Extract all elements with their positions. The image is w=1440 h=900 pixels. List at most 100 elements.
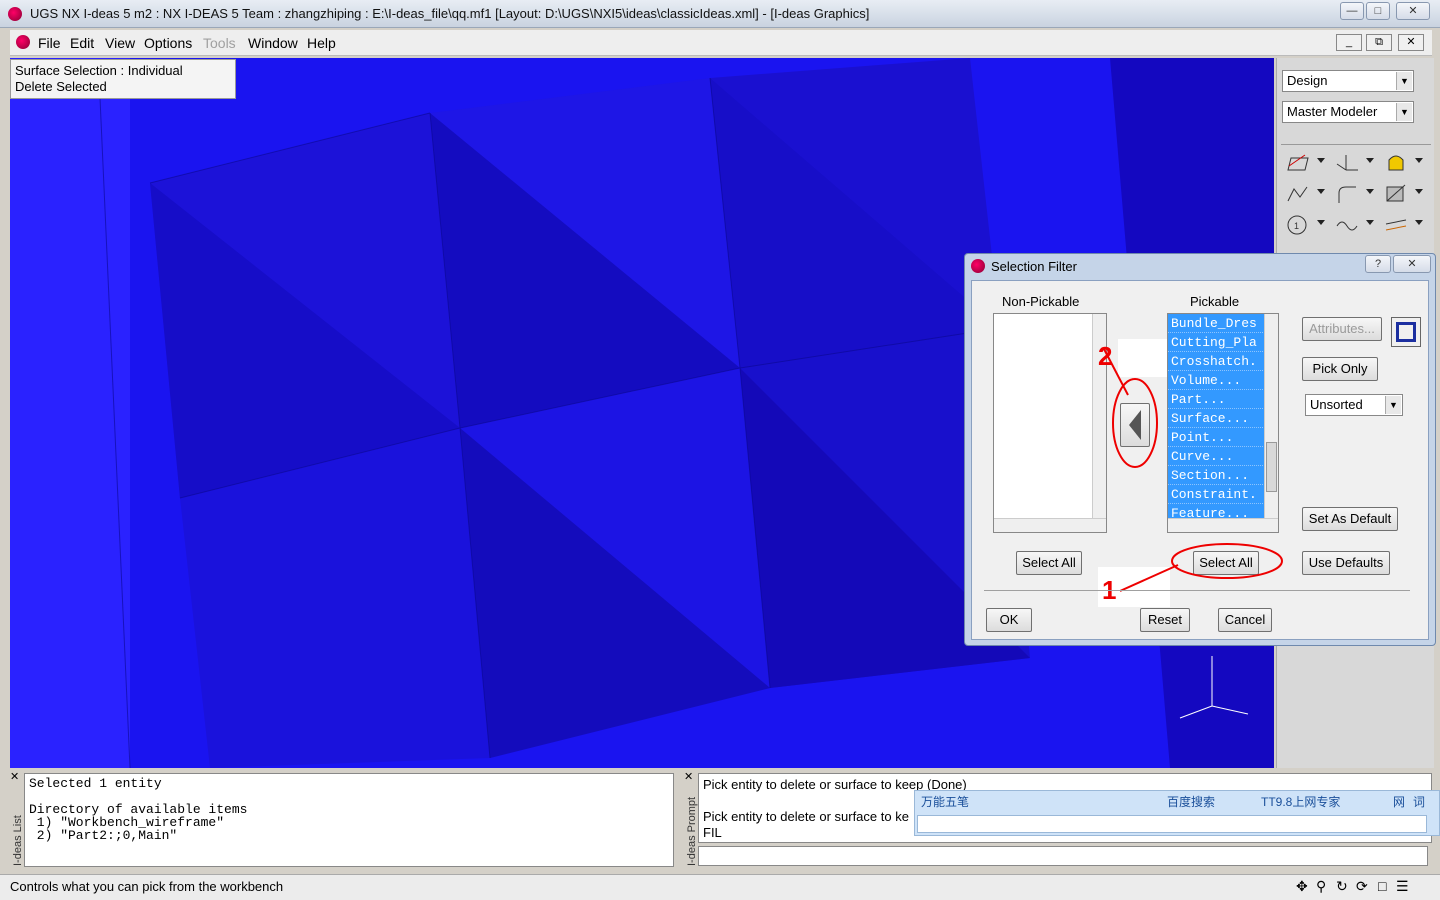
pickable-item[interactable]: Surface... bbox=[1168, 409, 1265, 428]
list-side-label: I-deas List bbox=[12, 815, 24, 866]
selection-filter-dialog: Selection Filter ? ✕ Non-Pickable Pickab… bbox=[964, 253, 1436, 646]
polyline-tool-button[interactable] bbox=[1281, 181, 1327, 207]
window-title: UGS NX I-deas 5 m2 : NX I-DEAS 5 Team : … bbox=[30, 6, 870, 21]
menu-tools[interactable]: Tools bbox=[203, 35, 236, 51]
ideas-list-window[interactable]: Selected 1 entity Directory of available … bbox=[24, 773, 674, 867]
offset-icon bbox=[1385, 219, 1407, 231]
annotation-ellipse-2 bbox=[1103, 348, 1158, 468]
mdi-close-button[interactable]: ✕ bbox=[1398, 34, 1424, 51]
list-line: Selected 1 entity bbox=[29, 776, 162, 791]
dialog-close-button[interactable]: ✕ bbox=[1393, 255, 1431, 273]
offset-tool-button[interactable] bbox=[1379, 212, 1425, 238]
dialog-title: Selection Filter bbox=[991, 259, 1077, 274]
prompt-side-label: I-deas Prompt bbox=[686, 796, 698, 866]
ime-tab-tt[interactable]: TT9.8上网专家 bbox=[1261, 793, 1340, 810]
menubar: File Edit View Options Tools Window Help… bbox=[10, 30, 1432, 56]
task-select-value: Master Modeler bbox=[1287, 104, 1378, 119]
non-pickable-hscroll[interactable] bbox=[994, 518, 1106, 532]
pickable-item[interactable]: Part... bbox=[1168, 390, 1265, 409]
status-text: Controls what you can pick from the work… bbox=[10, 879, 284, 894]
workplane-tool-button[interactable] bbox=[1330, 150, 1376, 176]
chevron-down-icon: ▼ bbox=[1396, 103, 1412, 121]
set-as-default-button[interactable]: Set As Default bbox=[1302, 507, 1398, 531]
pickable-item[interactable]: Curve... bbox=[1168, 447, 1265, 466]
sort-select-value: Unsorted bbox=[1310, 397, 1363, 412]
menu-window[interactable]: Window bbox=[248, 35, 298, 51]
spline-tool-button[interactable] bbox=[1330, 212, 1376, 238]
application-select-value: Design bbox=[1287, 73, 1328, 88]
menu-help[interactable]: Help bbox=[307, 35, 336, 51]
ime-tab-wubi[interactable]: 万能五笔 bbox=[921, 793, 969, 810]
pickable-item[interactable]: Constraint. bbox=[1168, 485, 1265, 504]
reset-button[interactable]: Reset bbox=[1140, 608, 1190, 632]
non-pickable-list[interactable] bbox=[993, 313, 1107, 533]
section-icon bbox=[1386, 184, 1406, 202]
pick-only-button[interactable]: Pick Only bbox=[1302, 357, 1378, 381]
pickable-item[interactable]: Crosshatch. bbox=[1168, 352, 1265, 371]
extrude-tool-button[interactable] bbox=[1379, 150, 1425, 176]
mdi-restore-button[interactable]: ⧉ bbox=[1366, 34, 1392, 51]
pickable-item[interactable]: Section... bbox=[1168, 466, 1265, 485]
sketch-tool-button[interactable] bbox=[1281, 150, 1327, 176]
dimension-tool-button[interactable]: 1 bbox=[1281, 212, 1327, 238]
fillet-tool-button[interactable] bbox=[1330, 181, 1376, 207]
window-titlebar: UGS NX I-deas 5 m2 : NX I-DEAS 5 Team : … bbox=[0, 0, 1440, 28]
polyline-icon bbox=[1287, 186, 1308, 202]
help-button[interactable]: ? bbox=[1365, 255, 1391, 273]
minimize-button[interactable]: — bbox=[1340, 2, 1364, 20]
menu-icon[interactable]: ☰ bbox=[1396, 878, 1409, 895]
annotation-ellipse-1 bbox=[1098, 543, 1283, 607]
axes-icon bbox=[1336, 155, 1358, 171]
dimension-icon: 1 bbox=[1287, 215, 1307, 235]
pickable-item[interactable]: Point... bbox=[1168, 428, 1265, 447]
ime-tab-baidu[interactable]: 百度搜索 bbox=[1167, 793, 1215, 810]
spline-icon bbox=[1336, 221, 1358, 231]
ok-button[interactable]: OK bbox=[986, 608, 1032, 632]
chevron-down-icon: ▼ bbox=[1396, 72, 1412, 90]
box-icon[interactable]: □ bbox=[1378, 878, 1386, 894]
application-select[interactable]: Design ▼ bbox=[1282, 70, 1414, 92]
menu-view[interactable]: View bbox=[105, 35, 135, 51]
pick-mode-button[interactable] bbox=[1391, 317, 1421, 347]
extrude-icon bbox=[1388, 155, 1404, 171]
maximize-button[interactable]: □ bbox=[1366, 2, 1390, 20]
menu-edit[interactable]: Edit bbox=[70, 35, 94, 51]
mdi-minimize-button[interactable]: _ bbox=[1336, 34, 1362, 51]
pickable-hscroll[interactable] bbox=[1168, 518, 1278, 532]
pickable-list[interactable]: Bundle_Dres Cutting_Pla Crosshatch. Volu… bbox=[1167, 313, 1279, 533]
ime-tab-word[interactable]: 词 bbox=[1413, 793, 1425, 810]
pickable-vscroll[interactable] bbox=[1264, 314, 1278, 518]
document-icon[interactable] bbox=[16, 35, 30, 49]
list-line: 2) "Part2:;0,Main" bbox=[29, 828, 178, 843]
ime-input[interactable] bbox=[917, 815, 1427, 833]
pan-icon[interactable]: ✥ bbox=[1296, 878, 1308, 895]
list-close-icon[interactable]: ✕ bbox=[10, 770, 22, 783]
menu-options[interactable]: Options bbox=[144, 35, 192, 51]
pickable-item[interactable]: Cutting_Pla bbox=[1168, 333, 1265, 352]
zoom-icon[interactable]: ⚲ bbox=[1316, 878, 1326, 895]
section-tool-button[interactable] bbox=[1379, 181, 1425, 207]
prompt-input[interactable] bbox=[698, 846, 1428, 866]
prompt-close-icon[interactable]: ✕ bbox=[684, 770, 696, 783]
ime-tab-web[interactable]: 网 bbox=[1393, 793, 1405, 810]
pickable-item[interactable]: Bundle_Dres bbox=[1168, 314, 1265, 333]
sketch-plane-icon bbox=[1287, 154, 1309, 171]
menu-file[interactable]: File bbox=[38, 35, 61, 51]
use-defaults-button[interactable]: Use Defaults bbox=[1302, 551, 1390, 575]
pickable-item[interactable]: Volume... bbox=[1168, 371, 1265, 390]
dialog-body: Non-Pickable Pickable 2 Bundle_Dres Cutt… bbox=[971, 280, 1429, 640]
attributes-button[interactable]: Attributes... bbox=[1302, 317, 1382, 341]
refresh-icon[interactable]: ⟳ bbox=[1356, 878, 1368, 895]
scroll-thumb[interactable] bbox=[1266, 442, 1277, 492]
status-bar: Controls what you can pick from the work… bbox=[0, 874, 1440, 900]
dialog-titlebar: Selection Filter ? ✕ bbox=[965, 254, 1435, 278]
task-select[interactable]: Master Modeler ▼ bbox=[1282, 101, 1414, 123]
close-button[interactable]: ✕ bbox=[1396, 2, 1430, 20]
dialog-separator bbox=[984, 590, 1410, 591]
select-all-non-pickable-button[interactable]: Select All bbox=[1016, 551, 1082, 575]
cancel-button[interactable]: Cancel bbox=[1218, 608, 1272, 632]
fillet-icon bbox=[1338, 186, 1356, 203]
rotate-icon[interactable]: ↻ bbox=[1336, 878, 1348, 895]
status-line-1: Surface Selection : Individual bbox=[15, 63, 183, 78]
sort-select[interactable]: Unsorted ▼ bbox=[1305, 394, 1403, 416]
